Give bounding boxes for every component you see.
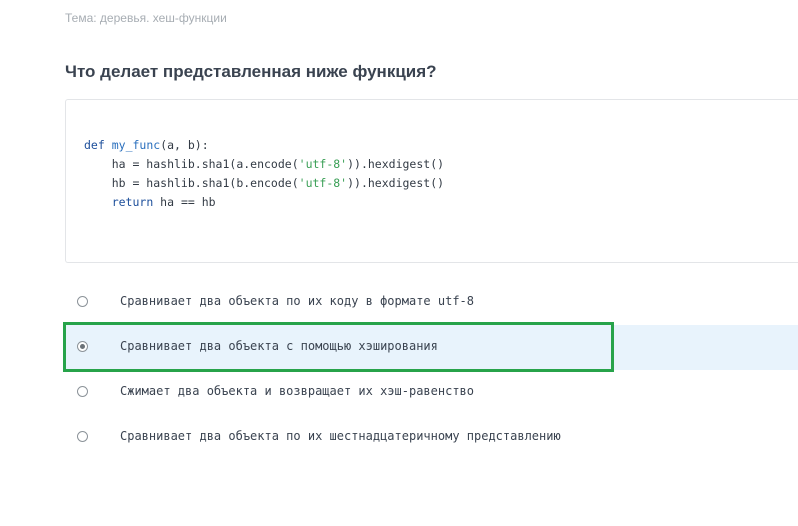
radio-button[interactable] [77, 386, 88, 397]
code-keyword: def [84, 138, 105, 152]
code-string: 'utf-8' [298, 176, 348, 190]
code-text: )).hexdigest() [347, 176, 445, 190]
answer-option-label: Сравнивает два объекта с помощью хэширов… [120, 339, 438, 353]
question-title: Что делает представленная ниже функция? [65, 62, 437, 81]
answer-option-label: Сжимает два объекта и возвращает их хэш-… [120, 384, 475, 398]
radio-button[interactable] [77, 431, 88, 442]
code-text: (a, b): [160, 138, 209, 152]
code-block: def my_func(a, b): ha = hashlib.sha1(a.e… [65, 99, 798, 263]
quiz-page: Тема: деревья. хеш-функции Что делает пр… [0, 0, 798, 526]
code-listing: def my_func(a, b): ha = hashlib.sha1(a.e… [84, 136, 444, 212]
answer-option-label: Сравнивает два объекта по их коду в форм… [120, 294, 475, 308]
code-keyword: return [111, 195, 154, 209]
answer-option[interactable]: Сжимает два объекта и возвращает их хэш-… [65, 370, 798, 415]
answer-option[interactable]: Сравнивает два объекта по их шестнадцате… [65, 415, 798, 460]
code-string: 'utf-8' [298, 157, 348, 171]
answer-option-label: Сравнивает два объекта по их шестнадцате… [120, 429, 561, 443]
answer-option-selected[interactable]: Сравнивает два объекта с помощью хэширов… [65, 325, 798, 370]
code-function-name: my_func [111, 138, 161, 152]
radio-button[interactable] [77, 296, 88, 307]
topic-label: Тема: деревья. хеш-функции [65, 11, 227, 25]
code-text: ha == hb [153, 195, 216, 209]
code-text: hb = hashlib.sha1(b.encode( [84, 176, 299, 190]
code-text: )).hexdigest() [347, 157, 445, 171]
code-text: ha = hashlib.sha1(a.encode( [84, 157, 299, 171]
radio-button-checked[interactable] [77, 341, 88, 352]
answer-option[interactable]: Сравнивает два объекта по их коду в форм… [65, 280, 798, 325]
